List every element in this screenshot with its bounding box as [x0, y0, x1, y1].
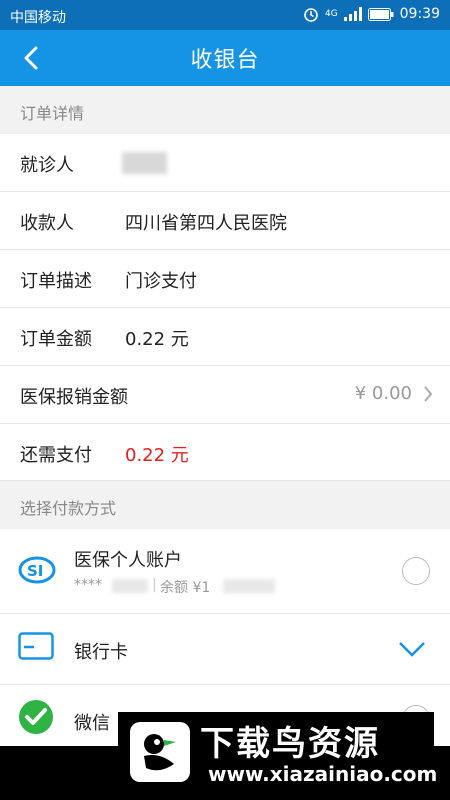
network-type-label: 4G [324, 9, 338, 19]
medical-insurance-label: 医保个人账户 [74, 550, 182, 571]
amount-due-row: 还需支付 0.22 元 [0, 424, 450, 481]
amount-due-label: 还需支付 [20, 445, 92, 466]
bank-card-label: 银行卡 [74, 642, 128, 663]
insurance-reimbursement-value: ¥ 0.00 [354, 383, 412, 404]
bird-logo [130, 722, 190, 782]
payment-method-header: 选择付款方式 [0, 481, 450, 529]
payee-label: 收款人 [20, 213, 74, 234]
clock-label: 09:39 [399, 6, 440, 22]
signal-icon [343, 7, 362, 21]
patient-name-redacted [122, 152, 167, 174]
medical-account-number: **** [74, 577, 102, 593]
order-amount-label: 订单金额 [20, 329, 92, 350]
nav-bar: 收银台 [0, 30, 450, 86]
chevron-down-icon[interactable] [398, 640, 426, 658]
page-title: 收银台 [190, 48, 260, 73]
insurance-reimbursement-row[interactable]: 医保报销金额 ¥ 0.00 [0, 366, 450, 424]
watermark-url: www.xiazainiao.com [208, 762, 438, 786]
alarm-icon [304, 8, 318, 22]
watermark-text: 下载鸟资源 [200, 724, 380, 764]
payment-option-medical-insurance[interactable]: SI 医保个人账户 **** | 余额 ¥1 [0, 529, 450, 614]
payment-option-bank-card[interactable]: 银行卡 [0, 614, 450, 685]
balance-redacted [223, 579, 275, 593]
order-amount-row: 订单金额 0.22 元 [0, 308, 450, 366]
order-amount-value: 0.22 元 [125, 329, 189, 350]
divider: | [152, 577, 157, 593]
order-description-row: 订单描述 门诊支付 [0, 250, 450, 308]
order-details-header: 订单详情 [0, 86, 450, 134]
patient-row: 就诊人 [0, 134, 450, 192]
battery-icon [367, 7, 394, 21]
carrier-label: 中国移动 [10, 10, 66, 26]
payee-row: 收款人 四川省第四人民医院 [0, 192, 450, 250]
svg-text:SI: SI [27, 562, 43, 580]
insurance-reimbursement-label: 医保报销金额 [20, 387, 128, 408]
patient-label: 就诊人 [20, 155, 74, 176]
social-insurance-icon: SI [18, 556, 56, 584]
payee-value: 四川省第四人民医院 [125, 213, 287, 234]
order-description-label: 订单描述 [20, 271, 92, 292]
chevron-right-icon [424, 386, 433, 402]
watermark: 下载鸟资源 www.xiazainiao.com [118, 712, 438, 792]
medical-insurance-radio[interactable] [402, 557, 430, 585]
bank-card-icon [18, 632, 54, 660]
order-description-value: 门诊支付 [125, 271, 197, 292]
amount-due-value: 0.22 元 [125, 445, 189, 466]
account-number-redacted [112, 579, 148, 593]
balance-label: 余额 ¥1 [160, 580, 211, 596]
status-bar: 中国移动 4G 09:39 [0, 0, 450, 30]
wechat-label: 微信 [74, 713, 110, 734]
wechat-pay-icon [19, 700, 53, 734]
